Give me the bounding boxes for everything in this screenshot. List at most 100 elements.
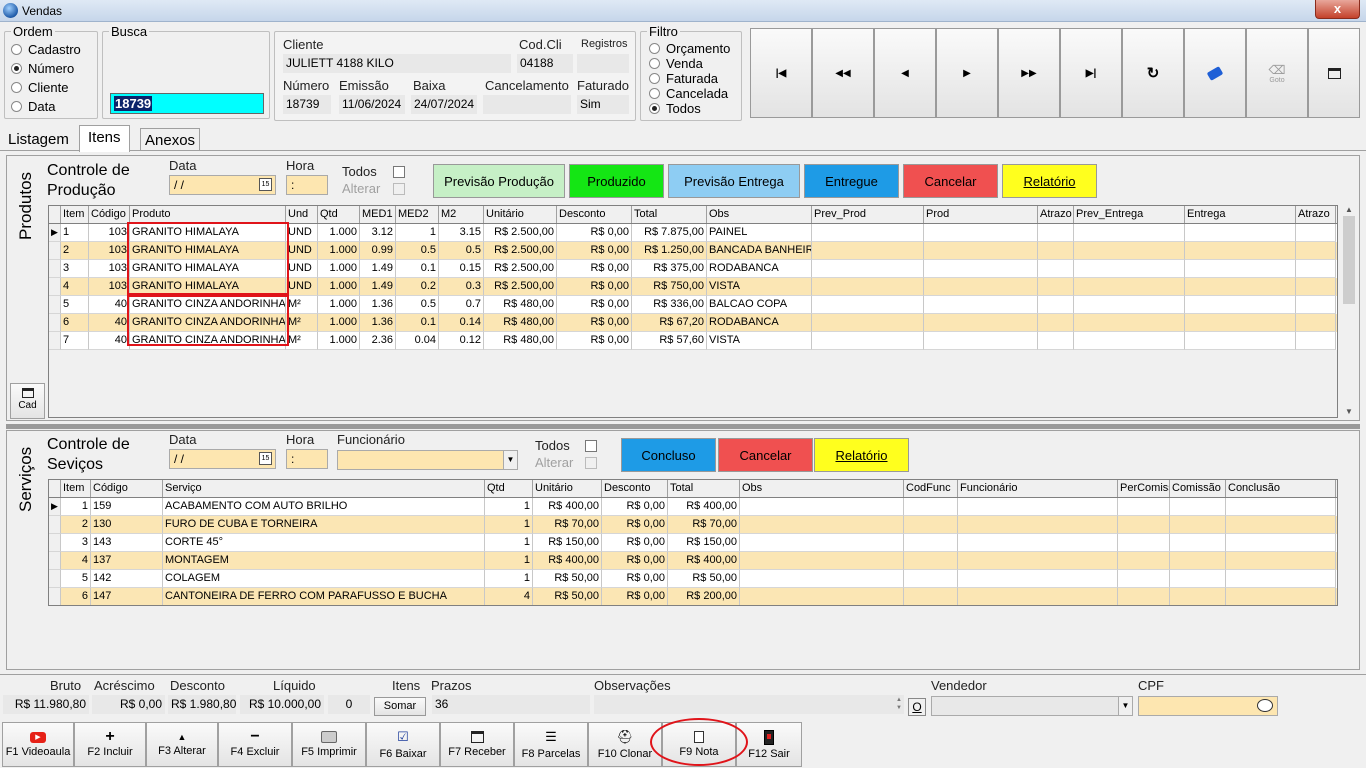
col-med2[interactable]: MED2 xyxy=(396,206,439,223)
ordem-option-numero[interactable]: Número xyxy=(11,59,81,78)
scroll-up-icon[interactable]: ▲ xyxy=(1341,205,1357,214)
servicos-date-input[interactable]: / /15 xyxy=(169,449,276,469)
cancelar-servico-button[interactable]: Cancelar xyxy=(718,438,813,472)
col-obs[interactable]: Obs xyxy=(740,480,904,497)
f2-incluir-button[interactable]: + F2 Incluir xyxy=(74,722,146,767)
observacoes-input[interactable]: ▲ ▼ xyxy=(594,695,904,714)
tab-itens[interactable]: Itens xyxy=(79,125,130,152)
relatorio-producao-button[interactable]: Relatório xyxy=(1002,164,1097,198)
f7-receber-button[interactable]: F7 Receber xyxy=(440,722,514,767)
ordem-option-data[interactable]: Data xyxy=(11,97,81,116)
col-unitario[interactable]: Unitário xyxy=(484,206,557,223)
col-med1[interactable]: MED1 xyxy=(360,206,396,223)
servicos-hora-input[interactable]: : xyxy=(286,449,328,469)
f5-imprimir-button[interactable]: F5 Imprimir xyxy=(292,722,366,767)
produtos-date-input[interactable]: / /15 xyxy=(169,175,276,195)
cancelar-producao-button[interactable]: Cancelar xyxy=(903,164,998,198)
chevron-down-icon[interactable]: ▼ xyxy=(1118,697,1132,715)
o-button[interactable]: O xyxy=(908,698,926,716)
filtro-option-orcamento[interactable]: Orçamento xyxy=(649,41,730,56)
produzido-button[interactable]: Produzido xyxy=(569,164,664,198)
col-unitario[interactable]: Unitário xyxy=(533,480,602,497)
vendedor-select[interactable]: ▼ xyxy=(931,696,1133,716)
spin-icon[interactable]: ▲ ▼ xyxy=(896,696,902,712)
prev-page-button[interactable]: ◀◀ xyxy=(812,28,874,118)
col-atrazo[interactable]: Atrazo xyxy=(1038,206,1074,223)
produtos-hora-input[interactable]: : xyxy=(286,175,328,195)
table-row[interactable]: 5 142 COLAGEM 1 R$ 50,00 R$ 0,00 R$ 50,00 xyxy=(49,570,1337,588)
calendar-icon[interactable]: 15 xyxy=(259,178,272,191)
col-comissao[interactable]: Comissão xyxy=(1170,480,1226,497)
cpf-input[interactable] xyxy=(1138,696,1278,716)
cad-button[interactable]: Cad xyxy=(10,383,45,419)
chevron-down-icon[interactable]: ▼ xyxy=(503,451,517,469)
prev-record-button[interactable]: ◀ xyxy=(874,28,936,118)
col-conclusao[interactable]: Conclusão xyxy=(1226,480,1336,497)
filtro-option-cancelada[interactable]: Cancelada xyxy=(649,86,730,101)
next-record-button[interactable]: ▶ xyxy=(936,28,998,118)
last-record-button[interactable]: ▶| xyxy=(1060,28,1122,118)
form-button[interactable] xyxy=(1308,28,1360,118)
tab-anexos[interactable]: Anexos xyxy=(140,128,201,151)
col-obs[interactable]: Obs xyxy=(707,206,812,223)
goto-button[interactable]: ⌫ Goto xyxy=(1246,28,1308,118)
col-entrega[interactable]: Entrega xyxy=(1185,206,1296,223)
col-desconto[interactable]: Desconto xyxy=(602,480,668,497)
col-funcionario[interactable]: Funcionário xyxy=(958,480,1118,497)
filtro-option-todos[interactable]: Todos xyxy=(649,101,730,116)
f4-excluir-button[interactable]: − F4 Excluir xyxy=(218,722,292,767)
busca-input[interactable]: 18739 xyxy=(110,93,264,114)
panel-splitter[interactable] xyxy=(6,424,1360,429)
filtro-option-faturada[interactable]: Faturada xyxy=(649,71,730,86)
speech-bubble-icon[interactable] xyxy=(1257,699,1273,712)
col-qtd[interactable]: Qtd xyxy=(318,206,360,223)
f1-videoaula-button[interactable]: ▶ F1 Videoaula xyxy=(2,722,74,767)
col-item[interactable]: Item xyxy=(61,206,89,223)
col-prod[interactable]: Prod xyxy=(924,206,1038,223)
f3-alterar-button[interactable]: ▲ F3 Alterar xyxy=(146,722,218,767)
concluso-button[interactable]: Concluso xyxy=(621,438,716,472)
ordem-option-cadastro[interactable]: Cadastro xyxy=(11,40,81,59)
produtos-alterar-checkbox[interactable] xyxy=(393,183,405,195)
close-button[interactable]: x xyxy=(1315,0,1360,19)
previsao-producao-button[interactable]: Previsão Produção xyxy=(433,164,565,198)
produtos-scrollbar[interactable]: ▲ ▼ xyxy=(1341,205,1357,418)
col-item[interactable]: Item xyxy=(61,480,91,497)
f8-parcelas-button[interactable]: ☰ F8 Parcelas xyxy=(514,722,588,767)
col-codigo[interactable]: Código xyxy=(89,206,130,223)
filtro-option-venda[interactable]: Venda xyxy=(649,56,730,71)
entregue-button[interactable]: Entregue xyxy=(804,164,899,198)
scroll-down-icon[interactable]: ▼ xyxy=(1341,407,1357,416)
col-prev-prod[interactable]: Prev_Prod xyxy=(812,206,924,223)
table-row[interactable]: 6 147 CANTONEIRA DE FERRO COM PARAFUSSO E … xyxy=(49,588,1337,605)
col-desconto[interactable]: Desconto xyxy=(557,206,632,223)
col-m2[interactable]: M2 xyxy=(439,206,484,223)
table-row[interactable]: 3 143 CORTE 45° 1 R$ 150,00 R$ 0,00 R$ 150,00 xyxy=(49,534,1337,552)
col-servico[interactable]: Serviço xyxy=(163,480,485,497)
table-row[interactable]: ▶ 1 159 ACABAMENTO COM AUTO BRILHO 1 R$ 400,0… xyxy=(49,498,1337,516)
servicos-alterar-checkbox[interactable] xyxy=(585,457,597,469)
col-percomiss[interactable]: PerComiss xyxy=(1118,480,1170,497)
table-row[interactable]: 4 137 MONTAGEM 1 R$ 400,00 R$ 0,00 R$ 400,00 xyxy=(49,552,1337,570)
table-row[interactable]: 2 130 FURO DE CUBA E TORNEIRA 1 R$ 70,00 R$ 0… xyxy=(49,516,1337,534)
servicos-todos-checkbox[interactable] xyxy=(585,440,597,452)
tag-button[interactable] xyxy=(1184,28,1246,118)
col-atrazo-2[interactable]: Atrazo xyxy=(1296,206,1336,223)
calendar-icon[interactable]: 15 xyxy=(259,452,272,465)
funcionario-select[interactable]: ▼ xyxy=(337,450,518,470)
col-total[interactable]: Total xyxy=(632,206,707,223)
col-qtd[interactable]: Qtd xyxy=(485,480,533,497)
refresh-button[interactable]: ↻ xyxy=(1122,28,1184,118)
scroll-thumb[interactable] xyxy=(1343,216,1355,304)
ordem-option-cliente[interactable]: Cliente xyxy=(11,78,81,97)
previsao-entrega-button[interactable]: Previsão Entrega xyxy=(668,164,800,198)
col-und[interactable]: Und xyxy=(286,206,318,223)
relatorio-servico-button[interactable]: Relatório xyxy=(814,438,909,472)
next-page-button[interactable]: ▶▶ xyxy=(998,28,1060,118)
col-codfunc[interactable]: CodFunc xyxy=(904,480,958,497)
first-record-button[interactable]: |◀ xyxy=(750,28,812,118)
col-prev-entrega[interactable]: Prev_Entrega xyxy=(1074,206,1185,223)
produtos-todos-checkbox[interactable] xyxy=(393,166,405,178)
f6-baixar-button[interactable]: ☑ F6 Baixar xyxy=(366,722,440,767)
tab-listagem[interactable]: Listagem xyxy=(4,128,73,151)
